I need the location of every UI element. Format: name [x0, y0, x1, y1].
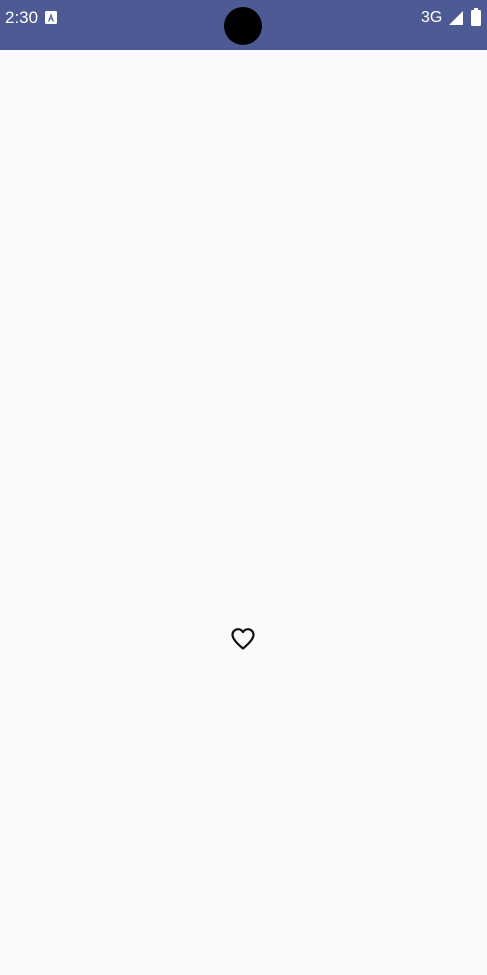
signal-icon: [447, 10, 464, 26]
favorite-button[interactable]: [223, 621, 263, 661]
heart-outline-icon: [230, 627, 256, 656]
network-type: 3G: [421, 9, 443, 26]
battery-icon: [471, 8, 481, 26]
camera-cutout: [224, 7, 262, 45]
main-content: [0, 50, 487, 975]
a-box-icon: [45, 11, 57, 24]
status-time: 2:30: [5, 8, 39, 27]
status-bar: 2:30 3G: [0, 0, 487, 50]
